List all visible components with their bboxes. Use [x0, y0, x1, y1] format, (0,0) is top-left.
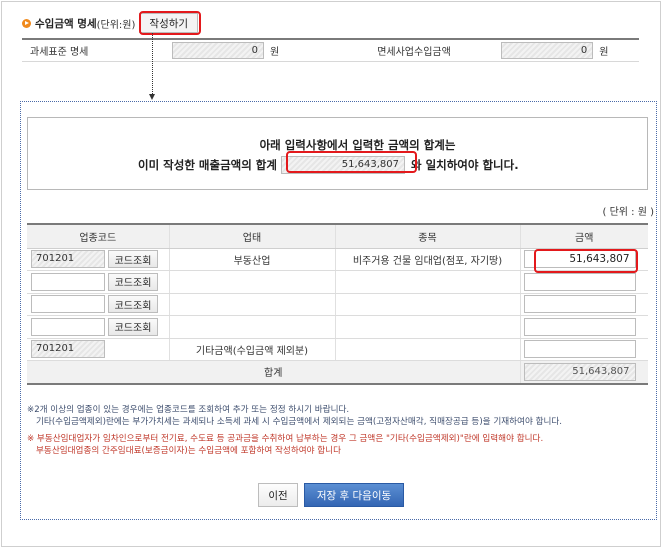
amount-field[interactable] [523, 272, 636, 291]
section-title: 수입금액 명세 [35, 17, 97, 30]
notice-line2-post: 와 일치하여야 합니다. [410, 158, 519, 172]
note-2a: ※ 부동산임대업자가 임차인으로부터 전기료, 수도료 등 공과금을 수취하여 … [27, 434, 544, 445]
item-cell [334, 338, 520, 361]
code-lookup-button[interactable]: 코드조회 [108, 317, 158, 336]
tax-base-field[interactable]: 0 [172, 42, 264, 59]
item-cell [334, 270, 520, 294]
arrow-down-icon [149, 94, 155, 100]
table-row: 코드조회 [27, 270, 648, 294]
item-cell [334, 315, 520, 339]
exempt-income-field[interactable]: 0 [501, 42, 594, 59]
table-row: 코드조회 [27, 293, 648, 316]
highlight-write-button [139, 11, 201, 35]
notes: ※2개 이상의 업종이 있는 경우에는 업종코드를 조회하여 추가 또는 정정 … [27, 405, 657, 457]
tax-base-label: 과세표준 명세 [30, 47, 89, 58]
arrow-bullet-icon [22, 18, 31, 28]
business-cell [168, 315, 335, 339]
section-unit: (단위:원) [96, 19, 136, 31]
exempt-income-label: 면세사업수입금액 [377, 47, 451, 58]
save-next-button[interactable]: 저장 후 다음이동 [304, 483, 404, 507]
total-amount-field: 51,643,807 [523, 362, 636, 381]
header-amount: 금액 [519, 223, 648, 249]
header-item: 종목 [334, 223, 520, 249]
amount-field[interactable] [523, 317, 636, 336]
other-amount-field[interactable] [523, 340, 636, 359]
button-bar: 이전 저장 후 다음이동 [0, 483, 662, 507]
code-field[interactable] [31, 295, 105, 314]
dotted-connector [152, 33, 153, 96]
code-field[interactable] [31, 272, 105, 291]
unit-label: ( 단위 : 원 ) [602, 207, 655, 218]
amount-field[interactable] [523, 295, 636, 314]
business-cell: 기타금액(수입금액 제외분) [168, 338, 335, 361]
header-code: 업종코드 [27, 223, 169, 249]
summary-row: 과세표준 명세 0 원 면세사업수입금액 0 원 [22, 38, 639, 62]
code-lookup-button[interactable]: 코드조회 [108, 295, 158, 314]
won-unit: 원 [270, 47, 280, 58]
code-lookup-button[interactable]: 코드조회 [108, 272, 158, 291]
table-row-other: 701201 기타금액(수입금액 제외분) [27, 338, 648, 361]
business-cell [168, 270, 335, 294]
won-unit: 원 [599, 47, 609, 58]
business-cell: 부동산업 [168, 248, 335, 271]
code-field[interactable] [31, 317, 105, 336]
code-lookup-button[interactable]: 코드조회 [108, 250, 158, 269]
note-2b: 부동산임대업종의 간주임대료(보증금이자)는 수입금액에 포함하여 작성하여야 … [36, 445, 341, 456]
code-field: 701201 [31, 340, 105, 359]
total-label: 합계 [27, 360, 520, 385]
header-business: 업태 [168, 223, 335, 249]
highlight-amount [534, 249, 638, 273]
highlight-sales-total [286, 151, 417, 173]
business-cell [168, 293, 335, 316]
income-table: 업종코드 업태 종목 금액 701201 코드조회 부동산업 비주거용 건물 임대… [27, 223, 648, 385]
note-1a: ※2개 이상의 업종이 있는 경우에는 업종코드를 조회하여 추가 또는 정정 … [27, 405, 350, 415]
note-1b: 기타(수입금액제외)란에는 부가가치세는 과세되나 소득세 과세 시 수입금액에… [36, 416, 563, 427]
table-row-total: 합계 51,643,807 [27, 360, 648, 385]
item-cell [334, 293, 520, 316]
prev-button[interactable]: 이전 [258, 483, 298, 507]
item-cell: 비주거용 건물 임대업(점포, 자기땅) [334, 248, 520, 271]
code-field[interactable]: 701201 [31, 250, 105, 269]
table-row: 코드조회 [27, 315, 648, 339]
notice-line2-pre: 이미 작성한 매출금액의 합계 [138, 158, 277, 172]
